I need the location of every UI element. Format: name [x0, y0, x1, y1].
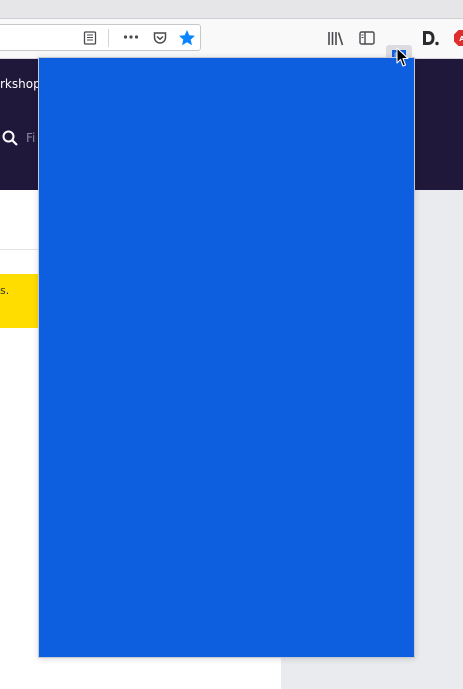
- library-icon[interactable]: [327, 31, 344, 46]
- mouse-cursor-icon: [396, 47, 409, 67]
- bookmark-star-icon[interactable]: [178, 29, 196, 47]
- notice-banner: [0, 274, 40, 328]
- search-input[interactable]: Fi: [26, 131, 35, 145]
- header-nav-link[interactable]: rkshop: [0, 77, 41, 91]
- svg-text:A: A: [459, 35, 463, 43]
- tab-strip: [0, 0, 463, 19]
- pocket-icon[interactable]: [152, 30, 168, 46]
- urlbar-separator: [108, 29, 109, 47]
- search-icon: [2, 130, 18, 146]
- url-bar[interactable]: [0, 24, 201, 51]
- browser-toolbar: A: [0, 19, 463, 71]
- reader-view-icon[interactable]: [83, 31, 97, 45]
- bitwarden-popup[interactable]: [38, 57, 415, 658]
- sidebar-icon[interactable]: [359, 31, 375, 45]
- notice-banner-text: s.: [0, 284, 10, 297]
- content-divider: [0, 249, 38, 250]
- adblock-icon[interactable]: A: [453, 29, 463, 47]
- page-side-panel: [414, 190, 463, 689]
- dashlane-icon[interactable]: [421, 30, 439, 46]
- page-footer-panel: [281, 657, 463, 689]
- more-actions-icon[interactable]: [123, 34, 139, 40]
